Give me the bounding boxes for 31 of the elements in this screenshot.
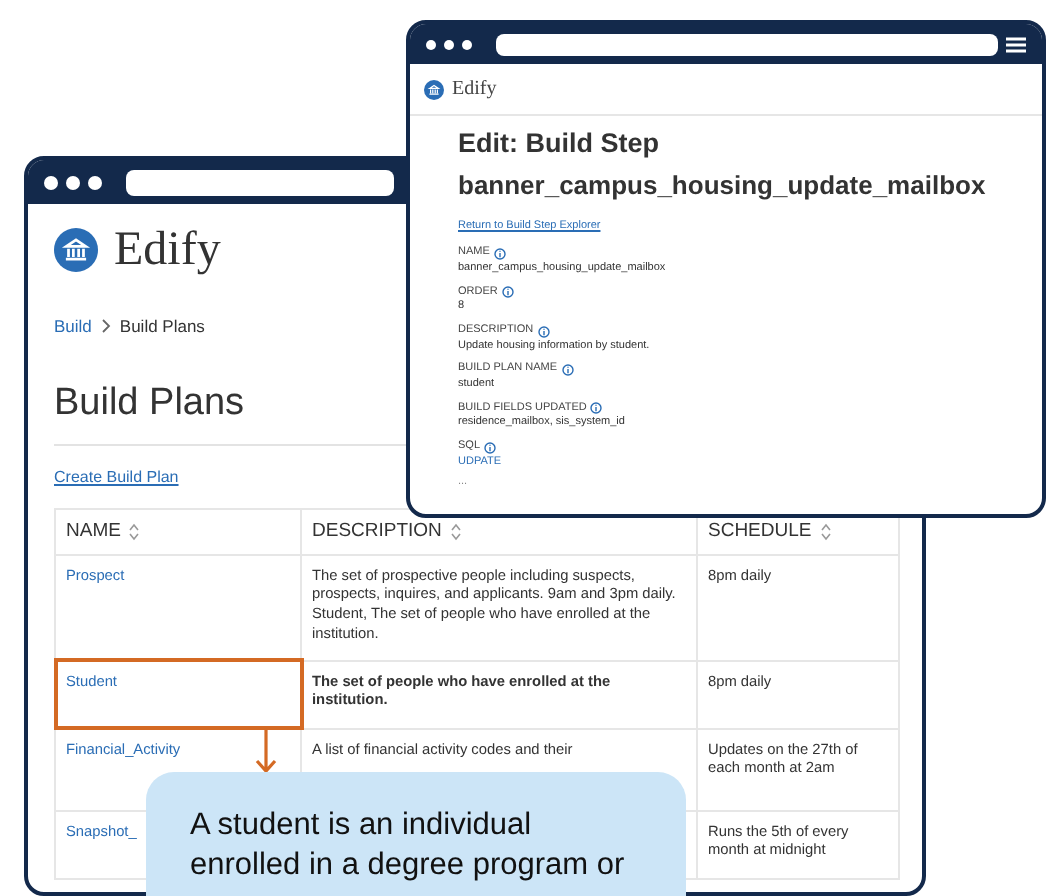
- sort-icon: [449, 521, 462, 542]
- info-icon: [590, 402, 603, 415]
- logo-text: Edify: [114, 226, 221, 274]
- menu-icon: [1006, 35, 1026, 53]
- window-dot-icon: [44, 175, 58, 189]
- callout-text: A student is an individual enrolled in a degree program or: [146, 772, 686, 896]
- create-build-plan-link[interactable]: Create Build Plan: [54, 469, 179, 485]
- column-header[interactable]: NAME: [66, 519, 121, 544]
- column-header[interactable]: DESCRIPTION: [312, 519, 442, 544]
- logo-text: Edify: [452, 76, 497, 104]
- window-dot-icon: [88, 175, 102, 189]
- breadcrumb-current: Build Plans: [119, 318, 205, 335]
- sort-icon: [819, 521, 832, 542]
- page-title: Build Plans: [54, 383, 245, 421]
- info-icon: [537, 325, 550, 338]
- edit-title: Edit: Build Step: [458, 128, 659, 162]
- chevron-right-icon: [99, 318, 112, 335]
- window-dot-icon: [462, 39, 472, 49]
- window-dot-icon: [444, 39, 454, 49]
- window-dot-icon: [66, 175, 80, 189]
- sort-icon: [128, 521, 141, 542]
- step-name-title: banner_campus_housing_update_mailbox: [458, 169, 986, 203]
- info-icon: [493, 247, 506, 260]
- window-dot-icon: [426, 39, 436, 49]
- arrow-connector: [254, 730, 278, 774]
- building-logo-icon: [54, 228, 98, 272]
- breadcrumb-link[interactable]: Build: [54, 318, 92, 335]
- info-icon: [501, 286, 514, 299]
- info-icon: [484, 441, 497, 454]
- info-icon: [561, 364, 574, 377]
- building-logo-icon: [424, 79, 444, 99]
